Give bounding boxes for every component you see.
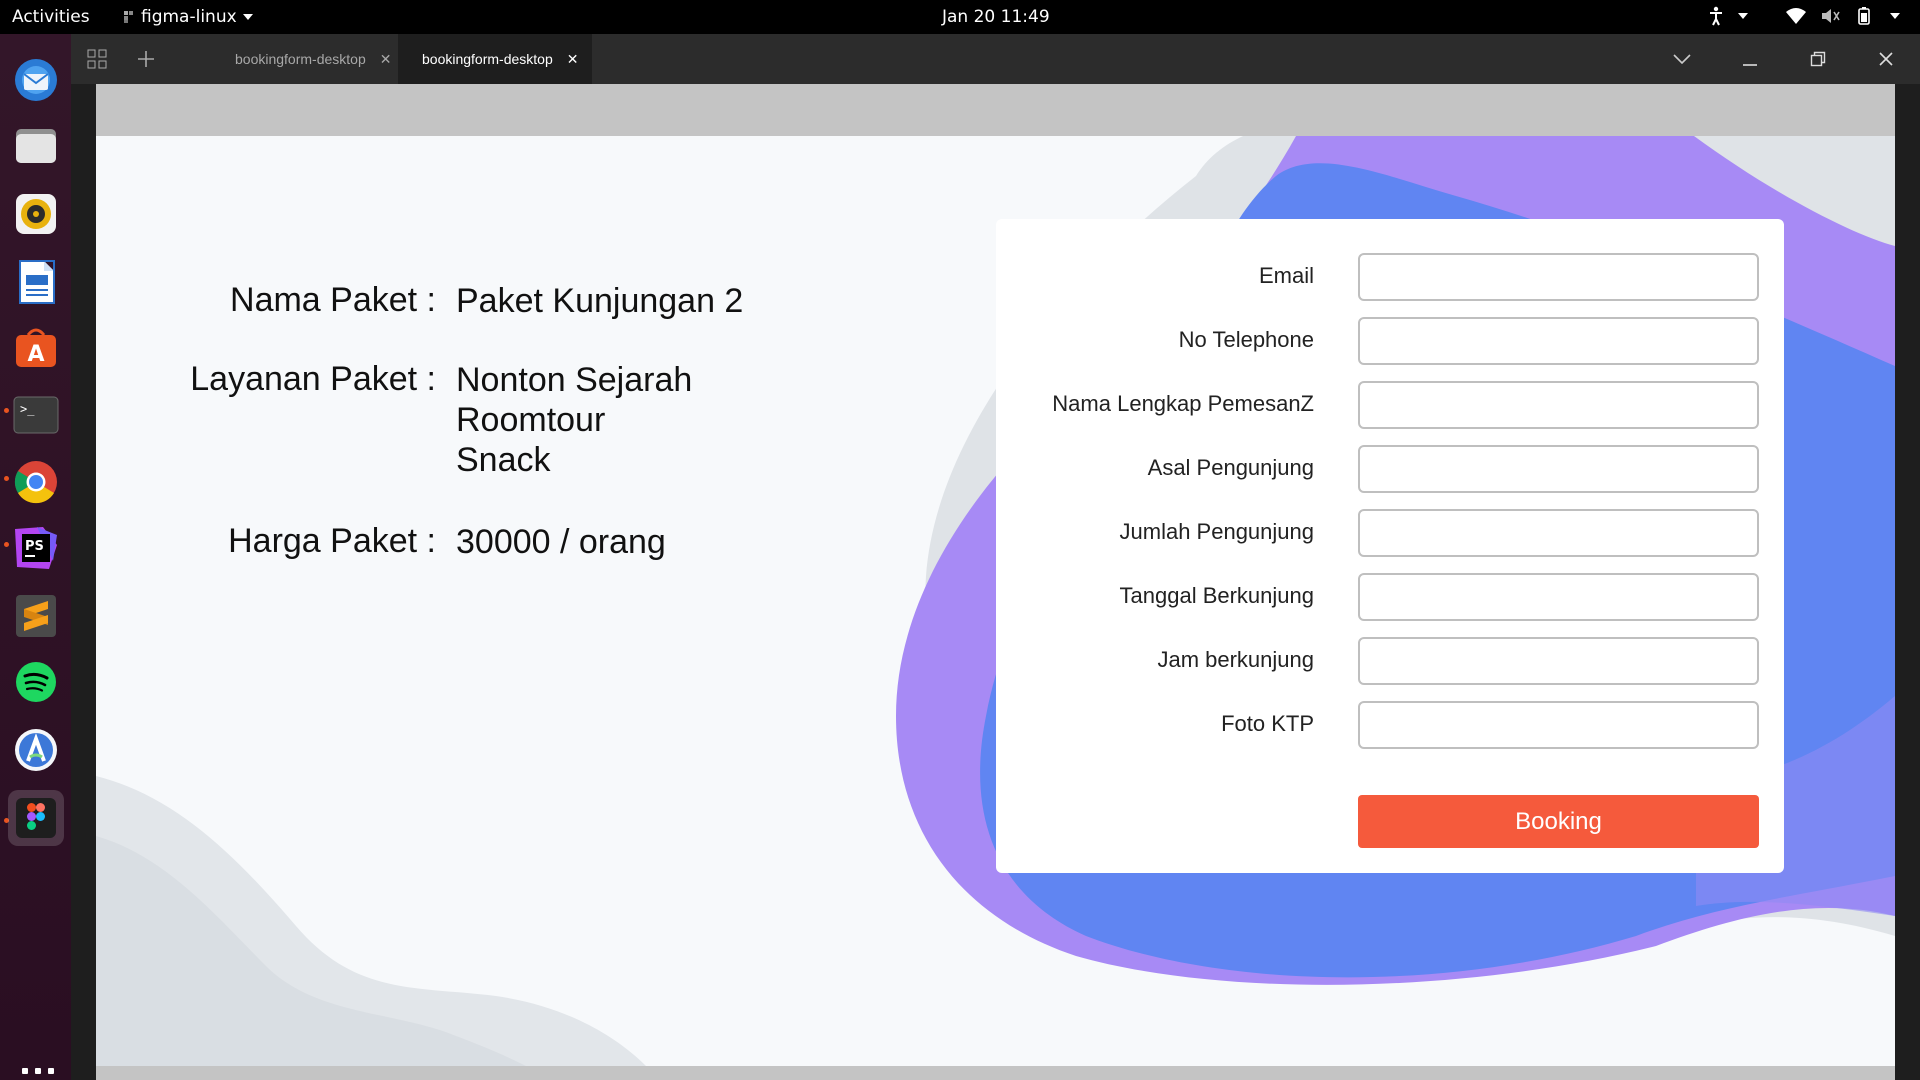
accessibility-menu-chevron-icon[interactable]	[1738, 13, 1748, 19]
origin-label: Asal Pengunjung	[1147, 455, 1314, 480]
tabs-dropdown-button[interactable]	[1648, 34, 1716, 84]
dock-item-chrome[interactable]	[8, 454, 64, 510]
svg-text:PS: PS	[25, 539, 44, 554]
grid-menu-icon[interactable]	[87, 49, 107, 69]
package-service-item: Nonton Sejarah	[456, 361, 693, 399]
wifi-icon	[1786, 8, 1806, 24]
phpstorm-icon: PS	[15, 527, 57, 569]
app-center-icon: A	[16, 328, 56, 367]
form-row-visit-time: Jam berkunjung	[996, 637, 1784, 685]
package-price-value: 30000 / orang	[456, 523, 666, 561]
svg-text:>_: >_	[20, 402, 35, 416]
activities-button[interactable]: Activities	[12, 7, 90, 27]
figma-small-icon	[124, 11, 133, 23]
tab-bookingform-1[interactable]: bookingform-desktop ✕	[211, 34, 405, 84]
visit-date-label: Tanggal Berkunjung	[1119, 583, 1314, 608]
dock-item-thunderbird[interactable]	[8, 52, 64, 108]
package-service-item: Roomtour	[456, 401, 606, 439]
booking-button[interactable]: Booking	[1358, 795, 1759, 848]
chevron-down-icon	[242, 14, 253, 20]
thunderbird-icon	[15, 59, 57, 101]
tab-label: bookingform-desktop	[422, 51, 553, 67]
id-photo-field[interactable]	[1358, 701, 1759, 749]
dock-item-figma[interactable]	[8, 790, 64, 846]
spotify-icon	[16, 662, 56, 702]
dock-item-files[interactable]	[8, 118, 64, 174]
email-label: Email	[1258, 263, 1314, 288]
files-icon	[16, 129, 56, 163]
dock-item-app-center[interactable]: A	[8, 320, 64, 376]
dock-item-android-studio[interactable]	[8, 722, 64, 778]
form-row-full-name: Nama Lengkap PemesanZ	[996, 381, 1784, 429]
close-icon	[1879, 52, 1893, 66]
phone-field[interactable]	[1358, 317, 1759, 365]
close-icon[interactable]: ✕	[380, 51, 392, 68]
sublime-icon	[16, 595, 56, 637]
form-row-visitor-count: Jumlah Pengunjung	[996, 509, 1784, 557]
close-icon[interactable]: ✕	[567, 51, 579, 68]
system-tray[interactable]	[1708, 6, 1900, 26]
top-bar: Activities figma-linux Jan 20 11:49	[0, 0, 1920, 34]
full-name-label: Nama Lengkap PemesanZ	[1052, 391, 1314, 416]
new-tab-icon[interactable]	[137, 50, 155, 68]
package-services-label: Layanan Paket :	[190, 360, 436, 398]
tab-label: bookingform-desktop	[235, 51, 366, 67]
terminal-icon: >_	[13, 396, 59, 434]
dock-item-writer[interactable]	[8, 254, 64, 310]
app-menu[interactable]: figma-linux	[123, 7, 253, 27]
form-row-id-photo: Foto KTP	[996, 701, 1784, 749]
figma-icon	[16, 798, 56, 838]
package-service-item: Snack	[456, 441, 551, 479]
id-photo-label: Foto KTP	[1221, 711, 1314, 736]
chrome-icon	[14, 461, 57, 504]
figma-window: bookingform-desktop ✕ bookingform-deskto…	[71, 34, 1920, 1080]
android-studio-icon	[15, 729, 57, 771]
visitor-count-field[interactable]	[1358, 509, 1759, 557]
dock-item-phpstorm[interactable]: PS	[8, 520, 64, 576]
tab-bookingform-2[interactable]: bookingform-desktop ✕	[398, 34, 593, 84]
figma-tab-bar: bookingform-desktop ✕ bookingform-deskto…	[71, 34, 1920, 84]
booking-form-card: Email No Telephone Nama Lengkap PemesanZ…	[996, 219, 1784, 873]
visit-date-field[interactable]	[1358, 573, 1759, 621]
dock-item-sublime[interactable]	[8, 588, 64, 644]
chevron-down-icon	[1673, 54, 1691, 64]
package-name-label: Nama Paket :	[230, 281, 436, 319]
dock-item-terminal[interactable]: >_	[8, 387, 64, 443]
canvas-bottom-strip	[96, 1066, 1895, 1080]
volume-muted-icon	[1822, 9, 1840, 23]
email-field[interactable]	[1358, 253, 1759, 301]
visit-time-label: Jam berkunjung	[1157, 647, 1314, 672]
package-price-label: Harga Paket :	[228, 522, 436, 560]
dock-item-spotify[interactable]	[8, 654, 64, 710]
figma-canvas[interactable]: Nama Paket : Paket Kunjungan 2 Layanan P…	[96, 84, 1895, 1080]
show-applications-button[interactable]	[16, 1062, 56, 1080]
minimize-icon	[1743, 64, 1757, 66]
form-row-visit-date: Tanggal Berkunjung	[996, 573, 1784, 621]
full-name-field[interactable]	[1358, 381, 1759, 429]
minimize-button[interactable]	[1716, 34, 1784, 84]
accessibility-icon[interactable]	[1708, 6, 1724, 26]
restore-icon	[1810, 51, 1826, 67]
app-menu-label: figma-linux	[141, 7, 237, 27]
origin-field[interactable]	[1358, 445, 1759, 493]
clock[interactable]: Jan 20 11:49	[942, 7, 1050, 27]
rhythmbox-icon	[16, 194, 56, 234]
phone-label: No Telephone	[1178, 327, 1314, 352]
svg-text:A: A	[27, 342, 44, 367]
restore-button[interactable]	[1784, 34, 1852, 84]
dock-item-rhythmbox[interactable]	[8, 186, 64, 242]
close-window-button[interactable]	[1852, 34, 1920, 84]
form-row-phone: No Telephone	[996, 317, 1784, 365]
writer-icon	[19, 260, 55, 304]
form-row-email: Email	[996, 253, 1784, 301]
dock: A >_ PS	[0, 34, 71, 1080]
visitor-count-label: Jumlah Pengunjung	[1119, 519, 1314, 544]
booking-form-frame: Nama Paket : Paket Kunjungan 2 Layanan P…	[96, 136, 1895, 1066]
package-name-value: Paket Kunjungan 2	[456, 282, 744, 320]
system-menu-chevron-icon[interactable]	[1890, 13, 1900, 19]
form-row-origin: Asal Pengunjung	[996, 445, 1784, 493]
battery-icon	[1858, 7, 1870, 25]
visit-time-field[interactable]	[1358, 637, 1759, 685]
